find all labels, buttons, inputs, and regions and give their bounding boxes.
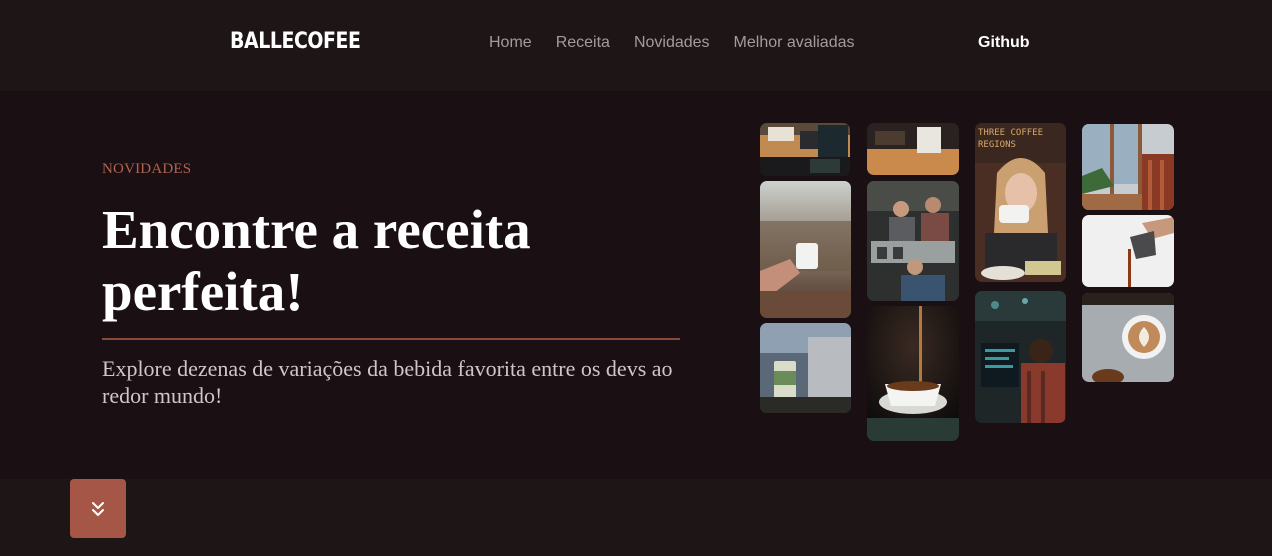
github-link[interactable]: Github (978, 34, 1030, 52)
hero-eyebrow: NOVIDADES (102, 161, 192, 177)
nav-link-receita[interactable]: Receita (556, 34, 610, 52)
coffee-cup-laptop-photo (760, 323, 851, 413)
window-chair-photo (1082, 124, 1174, 210)
latte-art-photo (1082, 293, 1174, 382)
top-navigation-bar: BALLECOFEE Home Receita Novidades Melhor… (0, 0, 1272, 91)
svg-text:REGIONS: REGIONS (978, 140, 1016, 150)
chevrons-down-icon (92, 501, 104, 516)
scroll-down-button[interactable] (70, 479, 126, 538)
pouring-pot-photo (1082, 215, 1174, 287)
hero-subtitle: Explore dezenas de variações da bebida f… (102, 356, 673, 408)
hand-holding-cup-photo (760, 181, 851, 318)
main-nav: Home Receita Novidades Melhor avaliadas (489, 34, 879, 52)
site-logo[interactable]: BALLECOFEE (230, 29, 361, 54)
developer-at-computer-photo (975, 291, 1066, 423)
hero-title: Encontre a receita perfeita! (102, 199, 531, 322)
woman-drinking-coffee-photo: THREE COFFEE REGIONS (975, 123, 1066, 282)
espresso-machine-top-photo (867, 123, 959, 175)
nav-link-home[interactable]: Home (489, 34, 532, 52)
nav-link-melhor-avaliadas[interactable]: Melhor avaliadas (734, 34, 855, 52)
hero-divider (102, 338, 680, 340)
nav-link-novidades[interactable]: Novidades (634, 34, 710, 52)
svg-text:THREE COFFEE: THREE COFFEE (978, 128, 1043, 138)
cafe-table-photo (760, 123, 850, 176)
pouring-coffee-cup-photo (867, 306, 959, 441)
baristas-counter-photo (867, 181, 959, 301)
